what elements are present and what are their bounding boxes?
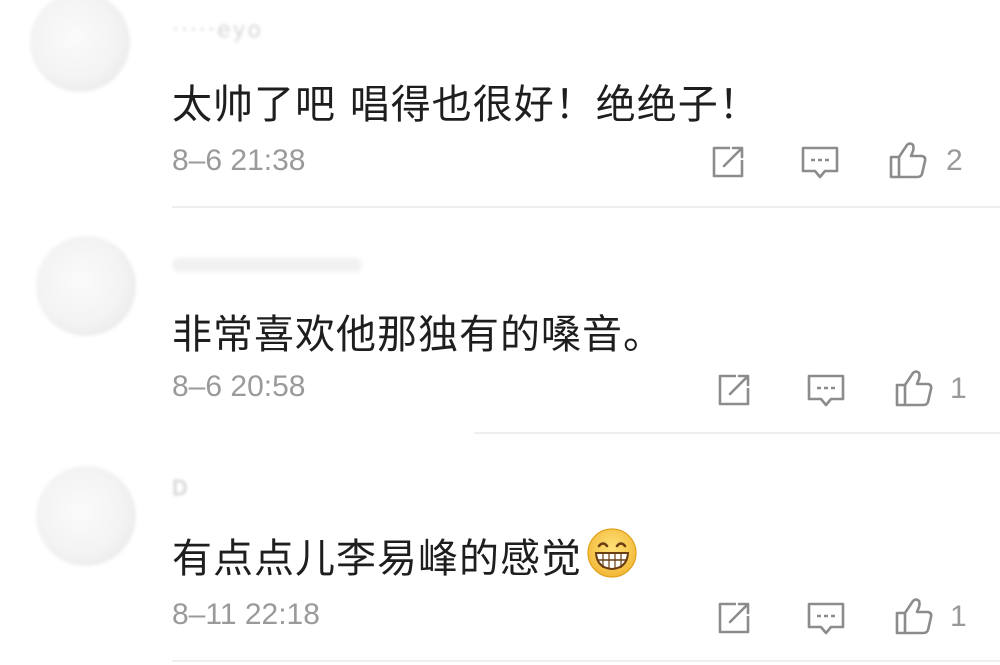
comment-text: 有点点儿李易峰的感觉 (172, 526, 638, 589)
divider (172, 660, 1000, 662)
like-count: 2 (946, 144, 963, 177)
avatar[interactable] (30, 0, 130, 92)
share-icon[interactable] (708, 142, 748, 182)
username[interactable]: ·····eyo (172, 18, 263, 43)
username[interactable] (172, 258, 362, 272)
comment-icon[interactable] (800, 142, 840, 182)
divider (172, 206, 1000, 208)
thumbs-up-icon[interactable] (888, 140, 928, 180)
share-icon[interactable] (714, 598, 754, 638)
share-icon[interactable] (714, 370, 754, 410)
thumbs-up-icon[interactable] (894, 368, 934, 408)
comment-text: 非常喜欢他那独有的嗓音。 (172, 312, 664, 358)
comment-text: 太帅了吧 唱得也很好！绝绝子！ (172, 82, 760, 128)
username[interactable]: D (172, 476, 189, 500)
comment-text-content: 有点点儿李易峰的感觉 (172, 536, 582, 582)
avatar[interactable] (36, 236, 136, 336)
avatar[interactable] (36, 466, 136, 566)
grinning-face-emoji (586, 527, 638, 589)
timestamp: 8–11 22:18 (172, 598, 320, 631)
thumbs-up-icon[interactable] (894, 596, 934, 636)
timestamp: 8–6 21:38 (172, 144, 306, 177)
like-count: 1 (950, 600, 967, 633)
comment-icon[interactable] (806, 370, 846, 410)
like-count: 1 (950, 372, 967, 405)
divider (474, 432, 1000, 434)
timestamp: 8–6 20:58 (172, 370, 306, 403)
comment-icon[interactable] (806, 598, 846, 638)
